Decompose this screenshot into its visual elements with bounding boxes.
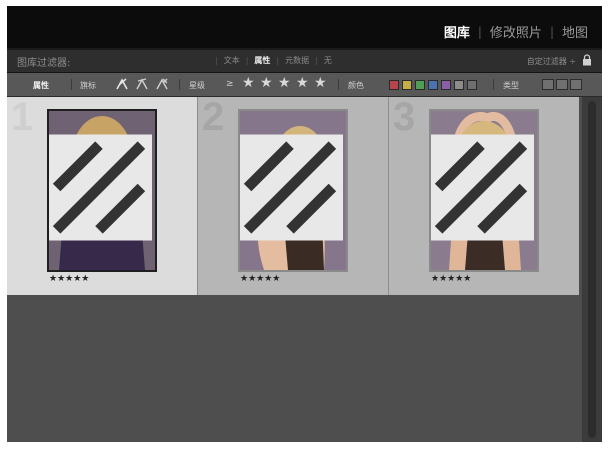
tab-none[interactable]: 无 [318,55,338,66]
metadata-badge-icon [49,134,152,241]
star-rating: ★★★★★ [240,274,281,284]
attribute-filter-bar: 属性 旗标 星级 ≥ ★ ★ ★ ★ ★ 颜色 类型 [7,73,602,97]
divider [179,79,180,90]
thumbnail-grid: 1 ★★★★★ 2 ★★★★★ 3 ★★★★★ [7,97,582,442]
flag-rejected-icon[interactable] [155,77,169,91]
cell-index-number: 1 [11,95,34,139]
divider [338,79,339,90]
lock-icon[interactable] [582,54,592,66]
star-rating: ★★★★★ [431,274,472,284]
divider [493,79,494,90]
scrollbar-track[interactable] [588,101,596,438]
cell-index-number: 2 [202,95,225,139]
module-develop[interactable]: 修改照片 [484,22,548,41]
rating-star-3-icon[interactable]: ★ [278,76,291,90]
portrait-photo-thumbnail[interactable] [238,109,348,272]
flag-label: 旗标 [80,81,96,90]
custom-filter-dropdown[interactable]: 自定过滤器 ÷ [527,56,576,67]
kind-video-icon[interactable] [570,79,582,90]
portrait-photo-thumbnail[interactable] [429,109,539,272]
color-chip-custom[interactable] [454,80,464,90]
rating-label: 星级 [189,81,205,90]
kind-virtual-copy-icon[interactable] [556,79,568,90]
divider [71,79,72,90]
module-map[interactable]: 地图 [556,22,594,41]
thumbnail-cell[interactable]: 2 ★★★★★ [198,97,388,295]
color-chip-yellow[interactable] [402,80,412,90]
module-separator: | [549,24,554,39]
kind-master-photo-icon[interactable] [542,79,554,90]
grid-scrollbar[interactable] [582,97,602,442]
thumbnail-cell[interactable]: 1 ★★★★★ [7,97,197,295]
attribute-label: 属性 [33,81,49,90]
tab-attribute[interactable]: 属性 [248,55,276,66]
module-library[interactable]: 图库 [438,22,476,41]
flag-unflagged-icon[interactable] [135,77,149,91]
color-label: 颜色 [348,81,364,90]
metadata-badge-icon [431,134,534,241]
metadata-badge-icon [240,134,343,241]
cell-index-number: 3 [393,95,416,139]
tab-metadata[interactable]: 元数据 [279,55,315,66]
module-separator: | [477,24,482,39]
module-picker-bar: 图库 | 修改照片 | 地图 [7,6,602,48]
portrait-photo-thumbnail[interactable] [47,109,157,272]
tab-text[interactable]: 文本 [218,55,246,66]
module-picker: 图库 | 修改照片 | 地图 [438,22,594,42]
lightroom-window: 图库 | 修改照片 | 地图 图库过滤器: | 文本 | 属性 | 元数据 | … [7,6,602,442]
color-chip-purple[interactable] [441,80,451,90]
rating-star-4-icon[interactable]: ★ [296,76,309,90]
kind-label: 类型 [503,81,519,90]
color-chip-blue[interactable] [428,80,438,90]
flag-picked-icon[interactable] [115,77,129,91]
rating-operator[interactable]: ≥ [226,79,234,89]
rating-star-2-icon[interactable]: ★ [260,76,273,90]
thumbnail-cell[interactable]: 3 ★★★★★ [389,97,579,295]
library-filter-title: 图库过滤器: [17,58,71,69]
color-chip-none[interactable] [467,80,477,90]
color-chip-green[interactable] [415,80,425,90]
library-filter-bar: 图库过滤器: | 文本 | 属性 | 元数据 | 无 自定过滤器 ÷ [7,50,602,73]
rating-star-5-icon[interactable]: ★ [314,76,327,90]
filter-tabs: | 文本 | 属性 | 元数据 | 无 [215,55,338,66]
rating-star-1-icon[interactable]: ★ [242,76,255,90]
color-chip-red[interactable] [389,80,399,90]
star-rating: ★★★★★ [49,274,90,284]
